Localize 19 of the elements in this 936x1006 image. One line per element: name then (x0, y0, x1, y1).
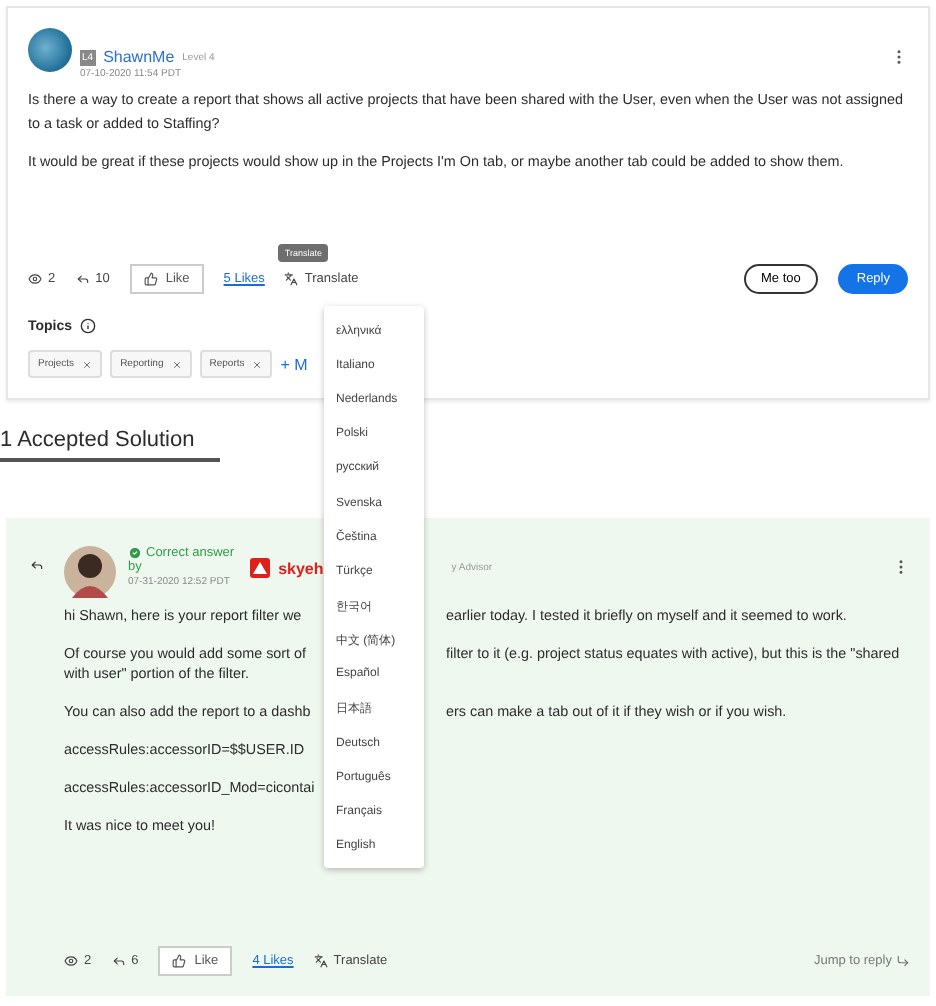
info-icon (80, 318, 97, 334)
reply-icon (111, 954, 126, 968)
translate-icon[interactable] (284, 272, 299, 286)
reply-icon (75, 272, 90, 286)
avatar (28, 28, 72, 72)
thumbs-up-icon (143, 272, 158, 286)
author-link[interactable]: skyeh (278, 559, 324, 577)
solutions-heading: 1 Accepted Solution (0, 428, 220, 462)
reply-icon (30, 558, 44, 572)
translate-icon[interactable] (313, 954, 328, 968)
avatar (64, 546, 116, 598)
author-link[interactable]: ShawnMe (103, 48, 175, 66)
check-icon (128, 546, 142, 560)
logo-icon (250, 558, 271, 578)
eye-icon (64, 954, 78, 968)
eye-icon (28, 272, 42, 286)
thumbs-up-icon (172, 954, 187, 968)
arrow-icon (896, 954, 910, 968)
add-topic-link[interactable]: + M (280, 355, 308, 373)
